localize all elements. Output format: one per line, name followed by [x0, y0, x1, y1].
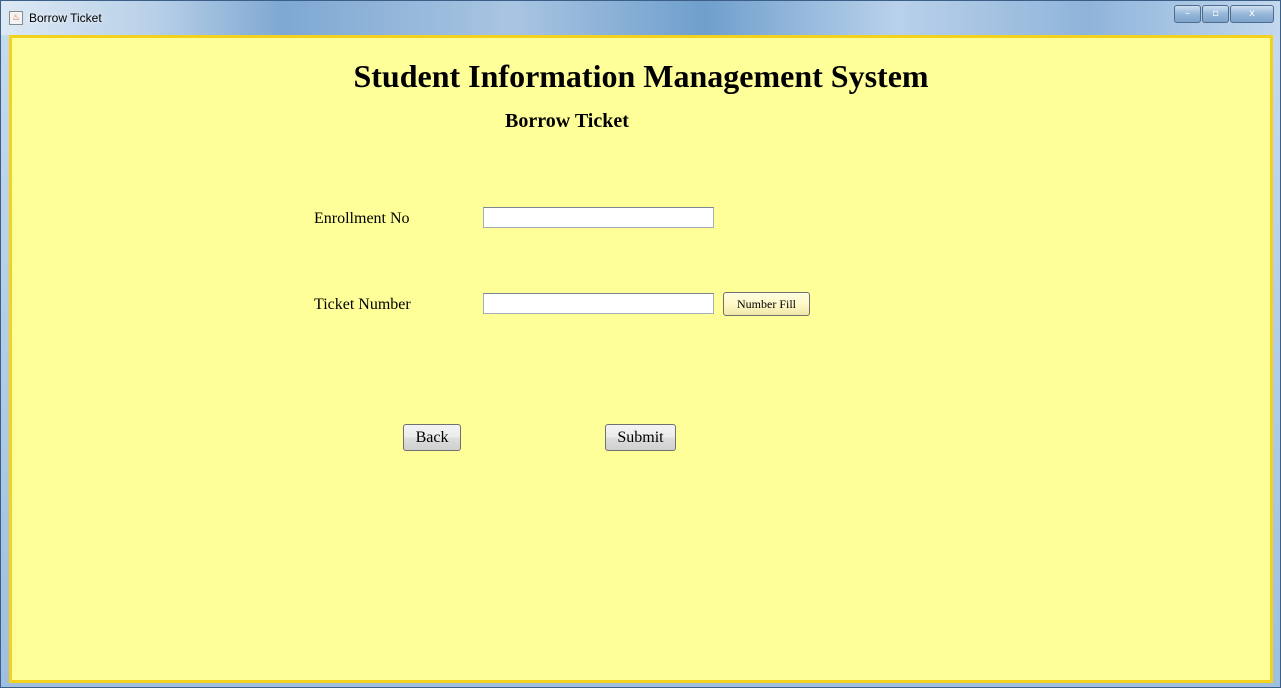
- enrollment-label: Enrollment No: [314, 210, 410, 227]
- enrollment-input[interactable]: [483, 207, 714, 228]
- number-fill-button[interactable]: Number Fill: [723, 292, 810, 316]
- close-button[interactable]: x: [1230, 5, 1274, 23]
- java-app-icon: ♨: [9, 11, 23, 25]
- form-panel: Student Information Management System Bo…: [9, 35, 1273, 683]
- page-subtitle: Borrow Ticket: [505, 110, 629, 132]
- window-title: Borrow Ticket: [29, 11, 102, 25]
- back-button[interactable]: Back: [403, 424, 461, 451]
- ticket-number-label: Ticket Number: [314, 296, 411, 313]
- title-bar[interactable]: ♨ Borrow Ticket – ▫ x: [1, 1, 1280, 35]
- minimize-button[interactable]: –: [1174, 5, 1201, 23]
- maximize-button[interactable]: ▫: [1202, 5, 1229, 23]
- window-controls: – ▫ x: [1173, 5, 1274, 25]
- app-window: ♨ Borrow Ticket – ▫ x Student Informatio…: [0, 0, 1281, 688]
- ticket-number-input[interactable]: [483, 293, 714, 314]
- submit-button[interactable]: Submit: [605, 424, 676, 451]
- app-title: Student Information Management System: [353, 58, 929, 94]
